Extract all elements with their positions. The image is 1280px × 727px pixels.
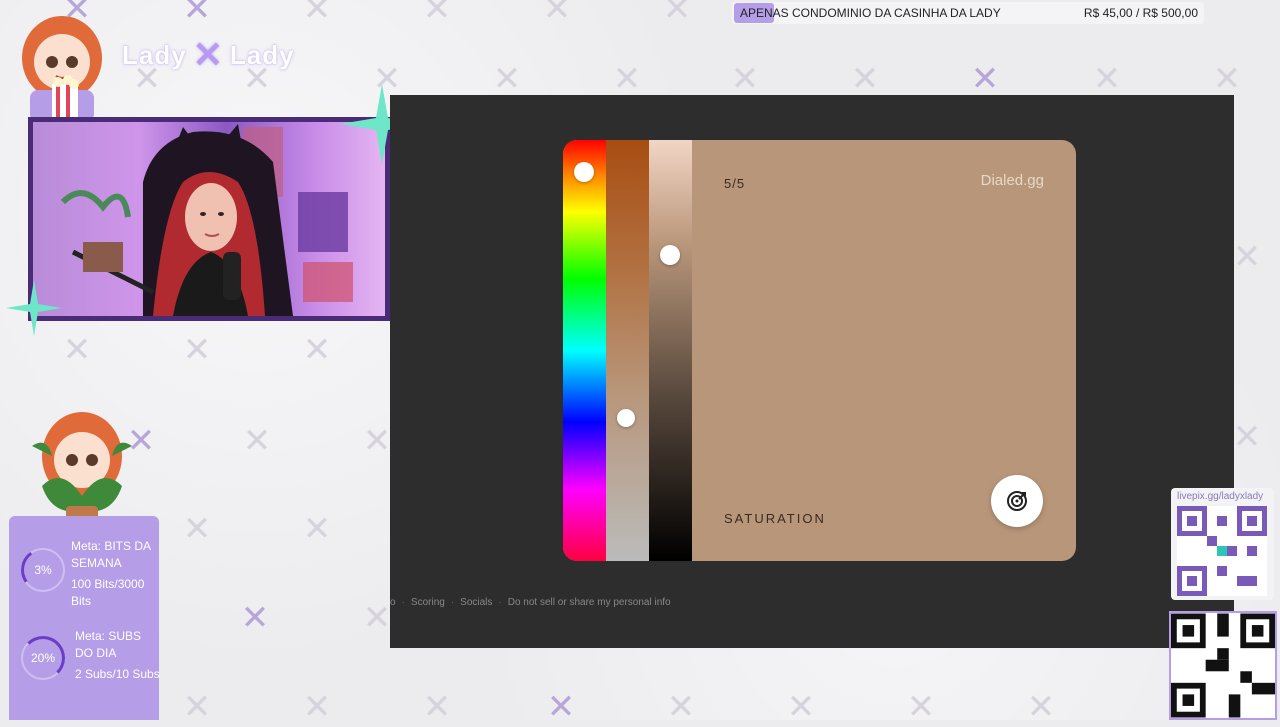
sparkle-icon (6, 280, 62, 336)
streamer-image (60, 124, 353, 316)
x-deco-icon: ✕ (850, 59, 880, 99)
banner-title: APENAS CONDOMINIO DA CASINHA DA LADY (740, 6, 1001, 20)
x-deco-icon: ✕ (182, 687, 212, 727)
x-deco-icon: ✕ (492, 59, 522, 99)
x-deco-icon: ✕ (362, 598, 392, 638)
x-deco-icon: ✕ (62, 330, 92, 370)
goal-banner: APENAS CONDOMINIO DA CASINHA DA LADY R$ … (732, 2, 1204, 24)
logo-left-text: Lady (122, 39, 187, 70)
logo-x-icon: ✕ (192, 34, 224, 75)
pix-url: livepix.gg/ladyxlady (1177, 491, 1264, 502)
x-deco-icon: ✕ (302, 0, 332, 29)
pix-qr-card: livepix.gg/ladyxlady (1171, 488, 1274, 600)
mode-label: SATURATION (724, 511, 826, 526)
progress-arc (21, 636, 65, 680)
progress-ring: 3% (17, 544, 69, 596)
x-deco-icon: ✕ (546, 687, 576, 727)
lightness-knob[interactable] (660, 245, 680, 265)
avatar-popcorn-icon (22, 16, 102, 122)
x-deco-icon: ✕ (906, 687, 936, 727)
x-deco-icon: ✕ (1026, 687, 1056, 727)
x-deco-icon: ✕ (422, 0, 452, 29)
avatar-plant-icon (32, 412, 132, 528)
progress-ring: 20% (21, 636, 65, 680)
x-deco-icon: ✕ (302, 330, 332, 370)
x-deco-icon: ✕ (1092, 59, 1122, 99)
x-deco-icon: ✕ (612, 59, 642, 99)
x-deco-icon: ✕ (666, 687, 696, 727)
target-icon (1007, 491, 1027, 511)
x-deco-icon: ✕ (302, 509, 332, 549)
x-deco-icon: ✕ (542, 0, 572, 29)
goal-amount: 2 Subs/10 Subs (75, 667, 160, 681)
webcam-frame (28, 117, 390, 321)
footer-separator: · (401, 597, 405, 608)
x-deco-icon: ✕ (1212, 59, 1242, 99)
lightness-slider[interactable] (649, 140, 692, 561)
round-counter: 5/5 (724, 176, 746, 191)
saturation-knob[interactable] (617, 409, 635, 427)
logo-right-text: Lady (229, 39, 295, 70)
x-deco-icon: ✕ (662, 0, 692, 29)
footer-separator: · (498, 597, 502, 608)
goal-amount: 100 Bits/3000 Bits (71, 577, 145, 608)
qr-code-icon (1177, 506, 1267, 596)
progress-arc (17, 544, 69, 596)
x-deco-icon: ✕ (970, 59, 1000, 99)
brand-label: Dialed.gg (980, 172, 1044, 189)
x-deco-icon: ✕ (182, 0, 212, 29)
footer-link-socials[interactable]: Socials (460, 597, 492, 608)
footer-link-scoring[interactable]: Scoring (411, 597, 445, 608)
x-deco-icon: ✕ (182, 330, 212, 370)
goal-title: Meta: SUBS DO DIA (75, 629, 142, 660)
hue-knob[interactable] (574, 162, 594, 182)
goals-panel: 3% Meta: BITS DA SEMANA 100 Bits/3000 Bi… (9, 516, 160, 720)
webcam-feed (33, 122, 385, 316)
x-deco-icon: ✕ (422, 687, 452, 727)
footer-link-privacy[interactable]: Do not sell or share my personal info (508, 597, 671, 608)
qr-code-icon (1171, 613, 1275, 718)
x-deco-icon: ✕ (240, 598, 270, 638)
goal-title: Meta: BITS DA SEMANA (71, 539, 151, 570)
footer-link[interactable]: o (390, 597, 396, 608)
x-deco-icon: ✕ (242, 421, 272, 461)
footer-links: o · Scoring · Socials · Do not sell or s… (390, 597, 671, 608)
footer-separator: · (450, 597, 455, 608)
x-deco-icon: ✕ (730, 59, 760, 99)
banner-amount: R$ 45,00 / R$ 500,00 (1083, 6, 1198, 20)
x-deco-icon: ✕ (302, 687, 332, 727)
channel-logo: Lady ✕ Lady (122, 34, 295, 76)
x-deco-icon: ✕ (1232, 417, 1262, 457)
x-deco-icon: ✕ (182, 509, 212, 549)
submit-button[interactable] (991, 475, 1043, 527)
color-picker-card: 5/5 Dialed.gg SATURATION (563, 140, 1076, 561)
x-deco-icon: ✕ (1232, 237, 1262, 277)
x-deco-icon: ✕ (786, 687, 816, 727)
x-deco-icon: ✕ (362, 421, 392, 461)
saturation-slider[interactable] (606, 140, 649, 561)
qr-code-secondary (1169, 611, 1277, 720)
hue-slider[interactable] (563, 140, 606, 561)
